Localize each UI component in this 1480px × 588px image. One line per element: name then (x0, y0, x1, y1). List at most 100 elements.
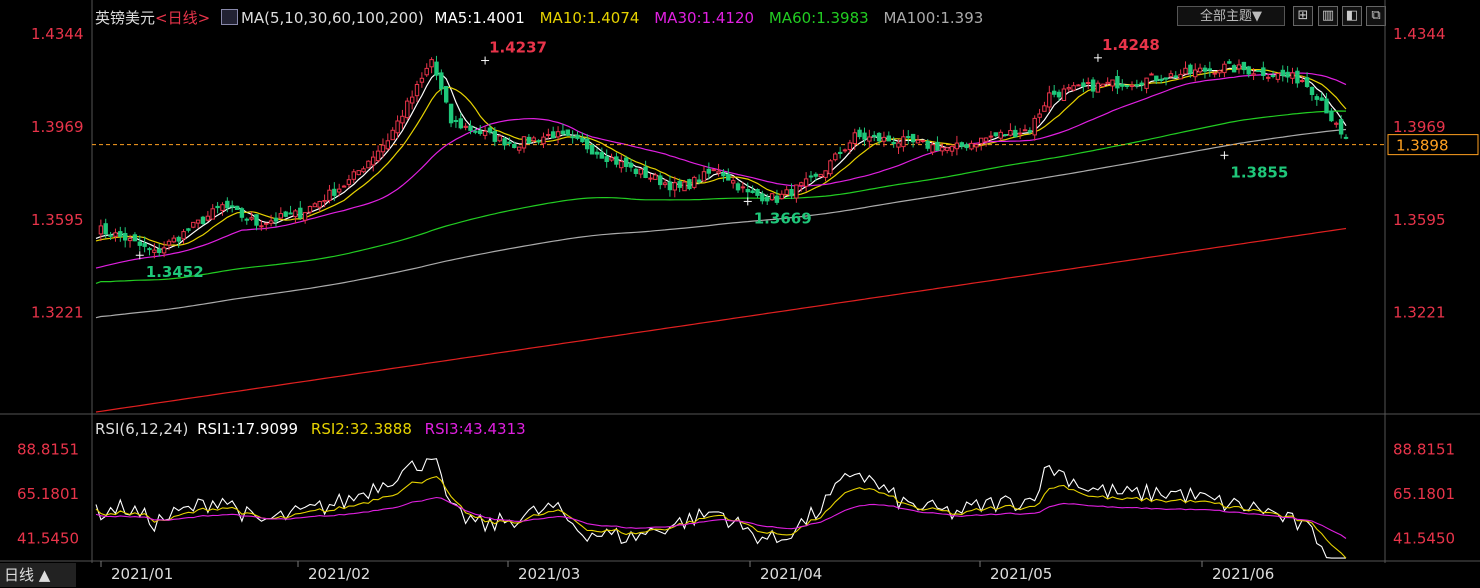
rsi-tick-right: 88.8151 (1393, 441, 1455, 459)
ma5-value: MA5:1.4001 (434, 9, 525, 27)
candle-body (740, 186, 746, 189)
candle-body (920, 140, 926, 142)
candle-body (502, 138, 507, 146)
rsi-legend: RSI(6,12,24) RSI1:17.9099 RSI2:32.3888 R… (95, 420, 526, 438)
candle-body (667, 181, 673, 191)
candle-body (1222, 63, 1227, 74)
candle-body (653, 174, 658, 180)
candle-body (1134, 84, 1140, 87)
rsi3-value: RSI3:43.4313 (424, 420, 526, 438)
candle-body (1086, 82, 1091, 84)
candle-body (152, 249, 157, 253)
candle-body (1076, 84, 1081, 87)
candle-body (1275, 73, 1281, 80)
candle-body (1178, 73, 1183, 80)
candle-body (1236, 64, 1242, 70)
candle-body (648, 177, 653, 180)
candle-body (234, 205, 240, 211)
candle-body (419, 77, 425, 83)
candle-body (619, 161, 624, 169)
candle-body (585, 138, 590, 150)
candle-body (677, 181, 682, 188)
price-tick-right: 1.3969 (1393, 118, 1446, 136)
candle-body (1047, 92, 1052, 108)
candle-body (468, 125, 473, 131)
candle-body (1231, 65, 1237, 73)
candle-body (298, 207, 303, 219)
candle-body (113, 232, 118, 237)
candle-body (881, 136, 887, 142)
candle-body (191, 221, 196, 228)
candle-body (745, 189, 750, 193)
candle-body (181, 231, 186, 240)
candle-body (838, 151, 843, 154)
candle-body (317, 201, 322, 208)
candle-body (701, 171, 707, 182)
candle-body (327, 189, 332, 201)
timeframe-selector[interactable]: 日线 ▲ (0, 563, 76, 587)
candle-body (395, 120, 400, 134)
candle-body (507, 141, 512, 144)
candle-body (731, 180, 736, 184)
candle-body (541, 136, 546, 145)
candle-body (98, 225, 104, 235)
candle-body (872, 134, 877, 137)
candle-body (259, 225, 264, 228)
candle-body (536, 140, 541, 143)
ma10-value: MA10:1.4074 (539, 9, 640, 27)
expand-icon[interactable]: ◧ (1342, 6, 1362, 26)
grid-icon[interactable]: ⊞ (1293, 6, 1313, 26)
ma-line-ma10 (95, 68, 1347, 246)
price-tick-right: 1.3595 (1393, 211, 1446, 229)
candle-body (1188, 64, 1193, 74)
candle-body (979, 137, 984, 144)
candle-body (1285, 71, 1290, 78)
candle-body (225, 200, 230, 209)
time-tick-label: 2021/03 (518, 565, 580, 583)
price-tick-right: 1.3221 (1393, 304, 1446, 322)
candle-body (492, 130, 498, 142)
candle-body (1227, 61, 1232, 64)
candle-body (726, 173, 731, 181)
candle-body (497, 135, 502, 142)
candle-body (531, 137, 536, 142)
ma-settings-icon[interactable] (220, 9, 238, 25)
candle-body (735, 183, 741, 191)
candle-body (1105, 81, 1110, 85)
candle-body (142, 243, 147, 247)
candle-body (1329, 110, 1334, 122)
candle-body (570, 136, 575, 139)
period-label[interactable]: <日线> (155, 9, 210, 27)
candle-body (517, 146, 522, 151)
candle-body (473, 130, 478, 133)
candle-body (624, 157, 629, 167)
columns-icon[interactable]: ▥ (1318, 6, 1338, 26)
candle-body (1144, 77, 1149, 89)
candle-body (405, 100, 410, 119)
candle-body (1173, 75, 1178, 78)
candle-body (833, 153, 838, 161)
chart-svg: 1.4344 1.4344 1.3969 1.3969 1.3595 1.3595 1.32… (0, 0, 1480, 583)
candle-body (1124, 85, 1130, 87)
candle-body (1003, 134, 1008, 136)
candle-body (1280, 69, 1285, 76)
candle-body (988, 135, 994, 138)
rsi-tick-left: 65.1801 (17, 485, 79, 503)
candle-body (103, 223, 108, 235)
candle-body (414, 84, 420, 97)
candle-body (687, 179, 692, 190)
candle-body (794, 184, 799, 199)
ma30-value: MA30:1.4120 (654, 9, 755, 27)
theme-dropdown-button[interactable]: 全部主题▼ (1177, 6, 1285, 26)
candle-body (268, 220, 274, 224)
candle-body (1052, 90, 1057, 95)
candle-body (609, 157, 614, 161)
candle-body (1338, 119, 1344, 135)
candle-body (1154, 75, 1159, 82)
candle-body (1324, 98, 1329, 114)
candle-body (867, 136, 872, 142)
rsi1-value: RSI1:17.9099 (197, 420, 299, 438)
candle-body (813, 173, 818, 177)
fullscreen-icon[interactable]: ⧉ (1366, 6, 1386, 26)
ma60-value: MA60:1.3983 (768, 9, 869, 27)
